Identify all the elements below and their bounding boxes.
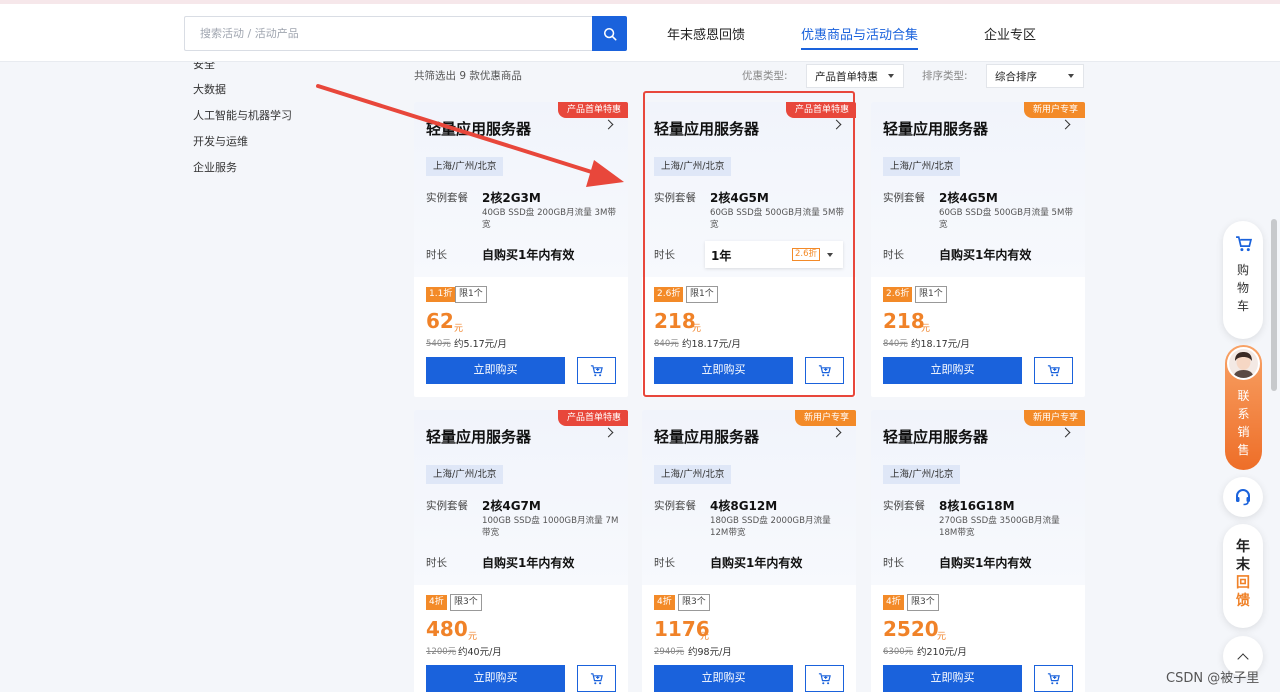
- year-end-feedback-button[interactable]: 年末 回馈: [1223, 524, 1263, 628]
- cart-icon: [1236, 236, 1252, 252]
- year-end-label-b: 回馈: [1236, 575, 1250, 609]
- cart-label: 购物车: [1237, 263, 1250, 313]
- chevron-up-icon: [1237, 653, 1249, 665]
- year-end-label-a: 年末: [1236, 539, 1250, 573]
- floating-cart-button[interactable]: 购物车: [1223, 221, 1263, 339]
- contact-sales-button[interactable]: 联系销售: [1225, 345, 1262, 470]
- sales-avatar: [1227, 347, 1260, 380]
- watermark: CSDN @被子里: [1166, 671, 1260, 686]
- page-scrollbar[interactable]: [1271, 219, 1277, 391]
- customer-service-button[interactable]: [1223, 477, 1263, 517]
- headset-icon: [1236, 489, 1250, 506]
- annotation-arrow-icon: [316, 84, 624, 187]
- contact-sales-label: 联系销售: [1237, 389, 1250, 457]
